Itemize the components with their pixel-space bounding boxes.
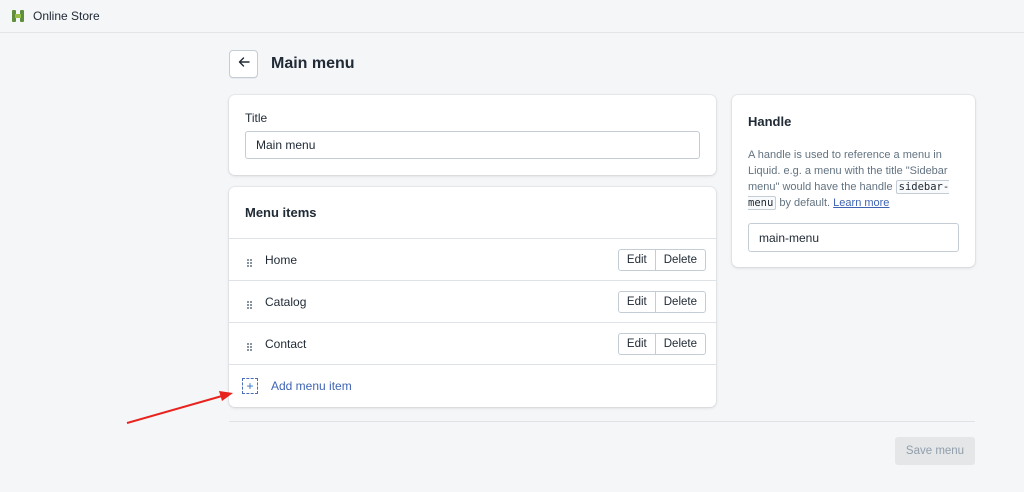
item-actions: Edit Delete <box>617 290 706 313</box>
add-menu-item-row[interactable]: + Add menu item <box>229 365 716 407</box>
menu-item-label: Contact <box>265 336 307 351</box>
menu-item-row: Home Edit Delete <box>229 239 716 281</box>
menu-item-row: Contact Edit Delete <box>229 323 716 365</box>
delete-button[interactable]: Delete <box>655 248 706 271</box>
handle-input[interactable] <box>748 223 959 252</box>
edit-button[interactable]: Edit <box>617 332 656 355</box>
menu-item-label: Catalog <box>265 294 307 309</box>
title-card: Title <box>229 95 716 175</box>
handle-heading: Handle <box>748 114 792 129</box>
learn-more-link[interactable]: Learn more <box>833 197 889 209</box>
edit-button[interactable]: Edit <box>617 290 656 313</box>
handle-desc-text-end: by default. <box>776 197 834 209</box>
edit-button[interactable]: Edit <box>617 248 656 271</box>
title-input[interactable] <box>245 131 700 159</box>
menu-item-label: Home <box>265 252 298 267</box>
footer-divider <box>229 421 975 422</box>
back-button[interactable] <box>229 50 258 78</box>
handle-description: A handle is used to reference a menu in … <box>748 147 959 211</box>
save-menu-button[interactable]: Save menu <box>895 437 975 465</box>
menu-items-header: Menu items <box>229 187 716 239</box>
menu-item-row: Catalog Edit Delete <box>229 281 716 323</box>
top-bar: Online Store <box>0 0 1024 33</box>
menu-items-card: Menu items Home Edit Delete Catalog Edit… <box>229 187 716 407</box>
drag-handle-icon[interactable] <box>245 339 255 351</box>
page-title: Main menu <box>271 55 355 72</box>
menu-items-heading: Menu items <box>245 205 317 220</box>
app-title: Online Store <box>33 9 100 23</box>
plus-icon: + <box>242 378 258 394</box>
handle-card: Handle A handle is used to reference a m… <box>732 95 975 267</box>
arrow-left-icon <box>237 55 251 74</box>
shopify-bag-icon <box>11 9 25 23</box>
title-label: Title <box>245 111 268 125</box>
item-actions: Edit Delete <box>617 332 706 355</box>
delete-button[interactable]: Delete <box>655 332 706 355</box>
drag-handle-icon[interactable] <box>245 255 255 267</box>
add-menu-item-link[interactable]: Add menu item <box>271 379 352 393</box>
page-header: Main menu <box>229 50 355 78</box>
delete-button[interactable]: Delete <box>655 290 706 313</box>
drag-handle-icon[interactable] <box>245 297 255 309</box>
item-actions: Edit Delete <box>617 248 706 271</box>
